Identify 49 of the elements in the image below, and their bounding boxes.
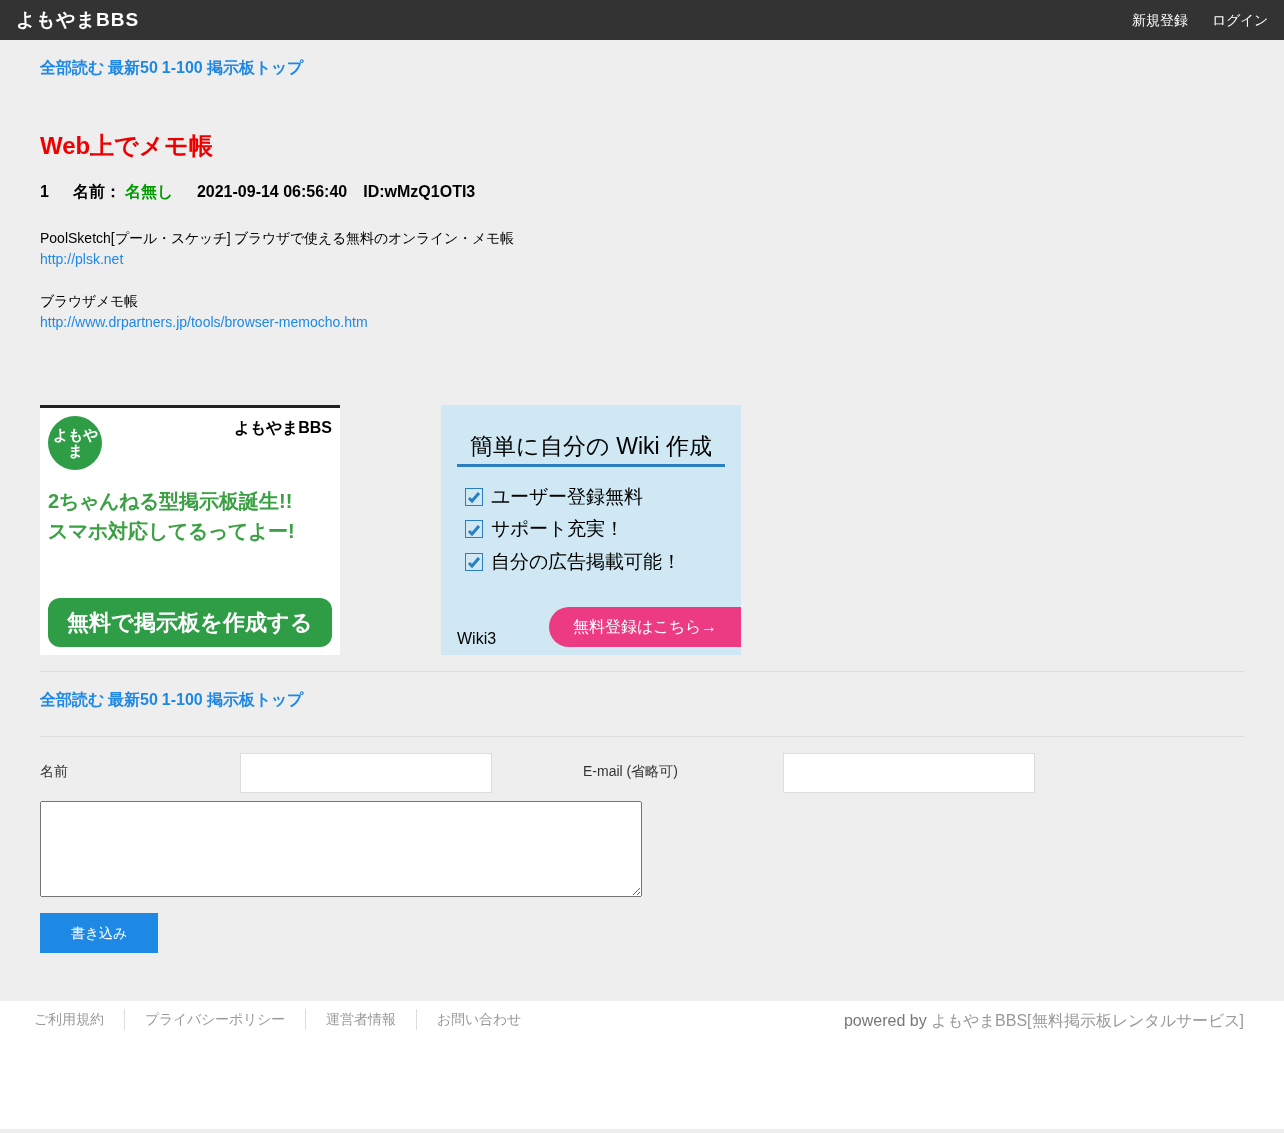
thread-nav-link[interactable]: 掲示板トップ — [206, 688, 303, 712]
name-field[interactable] — [240, 753, 492, 793]
thread-nav-link[interactable]: 1-100 — [161, 56, 203, 80]
header-link[interactable]: ログイン — [1212, 9, 1268, 31]
thread-title: Web上でメモ帳 — [40, 131, 215, 161]
powered-by-link[interactable]: よもやまBBS[無料掲示板レンタルサービス] — [931, 1012, 1244, 1029]
logo-badge: よもやま — [48, 416, 102, 470]
site-logo[interactable]: よもやまBBS — [16, 5, 140, 35]
footer-link[interactable]: お問い合わせ — [416, 1009, 541, 1030]
name-label: 名前： — [72, 182, 121, 202]
thread-nav-link[interactable]: 最新50 — [108, 688, 158, 712]
submit-button[interactable]: 書き込み — [40, 913, 158, 953]
message-field[interactable] — [40, 801, 642, 897]
thread-nav-link[interactable]: 全部読む — [40, 688, 104, 712]
banner-text: サポート充実！ — [491, 517, 624, 541]
banner-text: 自分の広告掲載可能！ — [491, 549, 681, 574]
ad-banner[interactable]: よもやま よもやまBBS 2ちゃんねる型掲示板誕生!! スマホ対応してるってよー! 無料で掲示板を作成する — [40, 405, 340, 655]
poster-name: 名無し — [124, 182, 173, 202]
header-link[interactable]: 新規登録 — [1132, 9, 1188, 31]
banner-cta: 無料登録はこちら→ — [549, 607, 741, 647]
post-date: 2021-09-14 06:56:40 — [196, 182, 348, 202]
post-text: ブラウザメモ帳 — [40, 292, 139, 311]
checkbox-icon — [465, 552, 483, 571]
checkbox-icon — [465, 520, 483, 539]
banner-text: スマホ対応してるってよー! — [48, 519, 296, 544]
thread-nav-link[interactable]: 全部読む — [40, 56, 104, 80]
banner-brand: Wiki3 — [456, 629, 497, 649]
banner-text: 2ちゃんねる型掲示板誕生!! — [48, 489, 294, 514]
email-label: E-mail (省略可) — [583, 762, 679, 781]
post-link[interactable]: http://plsk.net — [40, 251, 124, 267]
banner-brand: よもやまBBS — [234, 418, 332, 438]
thread-nav-link[interactable]: 最新50 — [108, 56, 158, 80]
banner-heading: 簡単に自分の Wiki 作成 — [457, 429, 725, 467]
footer-link[interactable]: プライバシーポリシー — [124, 1009, 305, 1030]
poster-id: ID:wMzQ1OTI3 — [363, 182, 476, 202]
post-text: PoolSketch[プール・スケッチ] ブラウザで使える無料のオンライン・メモ帳 — [40, 229, 516, 248]
banner-cta: 無料で掲示板を作成する — [48, 598, 332, 647]
name-label: 名前 — [40, 762, 69, 781]
thread-nav-link[interactable]: 1-100 — [161, 688, 203, 712]
post-number: 1 — [40, 182, 49, 202]
footer-link[interactable]: ご利用規約 — [24, 1009, 124, 1030]
ad-banner[interactable]: 簡単に自分の Wiki 作成 ユーザー登録無料 サポート充実！ 自分の広告掲載可能！ Wiki3 無料登録はこちら→ — [441, 405, 741, 655]
email-field[interactable] — [783, 753, 1035, 793]
powered-by-text: powered by よもやまBBS[無料掲示板レンタルサービス] — [843, 1011, 1244, 1031]
checkbox-icon — [465, 487, 483, 506]
footer-link[interactable]: 運営者情報 — [305, 1009, 416, 1030]
banner-text: ユーザー登録無料 — [491, 484, 643, 509]
post-link[interactable]: http://www.drpartners.jp/tools/browser-memocho.htm — [40, 314, 368, 330]
thread-nav-link[interactable]: 掲示板トップ — [206, 56, 303, 80]
